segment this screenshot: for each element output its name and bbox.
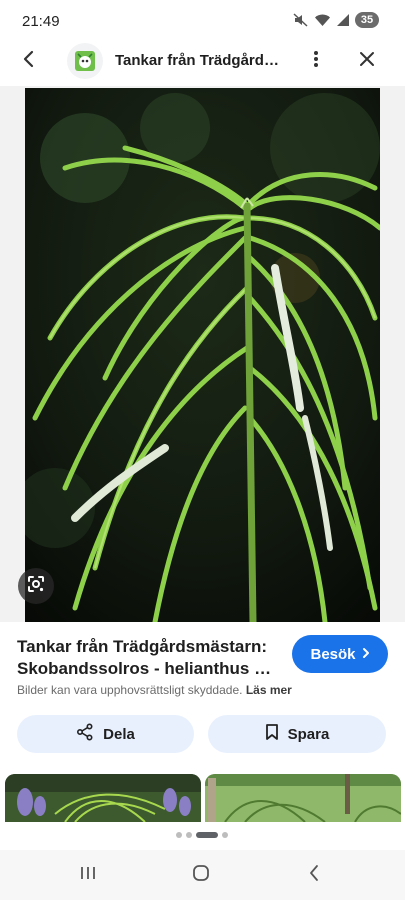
site-logo-icon[interactable] xyxy=(67,43,103,79)
result-title[interactable]: Tankar från Trädgårdsmästarn: Skobandsso… xyxy=(17,636,277,680)
copyright-notice: Bilder kan vara upphovsrättsligt skyddad… xyxy=(17,683,292,697)
image-viewer xyxy=(0,86,405,622)
share-button[interactable]: Dela xyxy=(17,715,194,753)
pager-dot xyxy=(176,832,182,838)
signal-icon xyxy=(336,13,350,27)
wifi-icon xyxy=(314,13,331,27)
visit-label: Besök xyxy=(310,645,356,663)
google-lens-button[interactable] xyxy=(18,568,54,604)
back-arrow-icon xyxy=(22,50,34,73)
visit-button[interactable]: Besök xyxy=(292,635,388,673)
more-vert-icon xyxy=(313,50,319,73)
save-label: Spara xyxy=(287,725,330,743)
status-time: 21:49 xyxy=(22,13,60,30)
pager-dots xyxy=(176,832,228,838)
recent-apps-button[interactable] xyxy=(76,864,100,886)
result-title-line2: Skobandssolros - helianthus salicifolius xyxy=(17,659,277,678)
system-nav-bar xyxy=(0,850,405,900)
nav-back-button[interactable] xyxy=(302,864,326,886)
chevron-right-icon xyxy=(362,646,370,663)
page-title: Tankar från Trädgårdsmästarn xyxy=(115,52,285,69)
bookmark-icon xyxy=(265,723,279,745)
more-options-button[interactable] xyxy=(306,49,326,73)
battery-icon: 35 xyxy=(355,12,379,28)
pager-dot xyxy=(222,832,228,838)
copyright-text: Bilder kan vara upphovsrättsligt skyddad… xyxy=(17,683,243,697)
learn-more-link[interactable]: Läs mer xyxy=(246,683,292,697)
related-image[interactable] xyxy=(5,774,201,822)
back-icon xyxy=(308,864,320,887)
status-bar: 21:49 35 xyxy=(0,0,405,36)
share-icon xyxy=(76,723,94,745)
recent-apps-icon xyxy=(79,865,97,886)
pager-dot xyxy=(186,832,192,838)
related-image[interactable] xyxy=(205,774,401,822)
home-button[interactable] xyxy=(189,864,213,886)
pager-dot-active xyxy=(196,832,218,838)
share-label: Dela xyxy=(103,725,135,743)
main-image[interactable] xyxy=(25,88,380,622)
google-lens-icon xyxy=(26,574,46,599)
related-images xyxy=(0,774,405,822)
mute-icon xyxy=(293,13,309,27)
back-button[interactable] xyxy=(22,49,54,73)
status-icons: 35 xyxy=(293,12,379,28)
close-button[interactable] xyxy=(355,49,379,73)
close-icon xyxy=(359,51,375,72)
result-title-line1: Tankar från Trädgårdsmästarn: xyxy=(17,637,268,656)
home-icon xyxy=(192,864,210,887)
save-button[interactable]: Spara xyxy=(208,715,386,753)
top-bar: Tankar från Trädgårdsmästarn xyxy=(0,36,405,86)
